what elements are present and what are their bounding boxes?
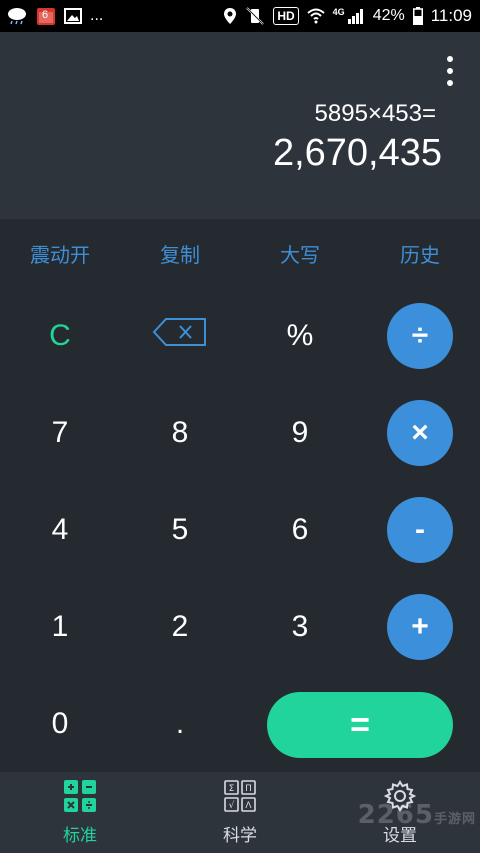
digit-8-button[interactable]: 8	[120, 384, 240, 481]
digit-4-button[interactable]: 4	[0, 481, 120, 578]
digit-0-button[interactable]: 0	[0, 675, 120, 772]
decimal-point-button[interactable]: .	[120, 675, 240, 772]
digit-1-button[interactable]: 1	[0, 578, 120, 675]
function-bar: 震动开 复制 大写 历史	[0, 219, 480, 287]
watermark: 2265手游网	[358, 800, 476, 830]
percent-button[interactable]: %	[240, 287, 360, 384]
battery-percent: 42%	[372, 7, 405, 24]
clear-button[interactable]: C	[0, 287, 120, 384]
more-notifications: ...	[90, 7, 104, 24]
digit-2-button[interactable]: 2	[120, 578, 240, 675]
weather-icon	[6, 7, 28, 25]
keypad: C % ÷ 7 8 9 × 4 5 6 - 1 2 3 + 0 . =	[0, 287, 480, 772]
svg-text:√: √	[229, 800, 235, 811]
scientific-calculator-icon: Σ Π √ Λ	[224, 779, 256, 817]
status-left: 6 ...	[6, 6, 103, 26]
uppercase-button[interactable]: 大写	[240, 219, 360, 287]
divide-key: ÷	[360, 287, 480, 384]
location-icon	[223, 7, 237, 25]
watermark-sub: 手游网	[433, 812, 476, 827]
multiply-key: ×	[360, 384, 480, 481]
image-icon	[64, 7, 82, 25]
backspace-button[interactable]	[120, 287, 240, 384]
more-options-icon[interactable]	[438, 56, 462, 86]
vibration-toggle-button[interactable]: 震动开	[0, 219, 120, 287]
svg-text:Σ: Σ	[229, 784, 235, 794]
equals-button[interactable]: =	[267, 692, 453, 758]
tab-scientific[interactable]: Σ Π √ Λ 科学	[160, 772, 320, 853]
mute-vibrate-icon	[245, 7, 265, 25]
digit-7-button[interactable]: 7	[0, 384, 120, 481]
tab-scientific-label: 科学	[223, 825, 257, 846]
digit-6-button[interactable]: 6	[240, 481, 360, 578]
calculator-display: 5895×453= 2,670,435	[0, 32, 480, 219]
history-button[interactable]: 历史	[360, 219, 480, 287]
result-text: 2,670,435	[272, 132, 442, 174]
plus-button[interactable]: +	[387, 593, 453, 660]
digit-5-button[interactable]: 5	[120, 481, 240, 578]
watermark-main: 2265	[357, 800, 434, 830]
svg-text:Π: Π	[245, 784, 252, 794]
minus-key: -	[360, 481, 480, 578]
multiply-button[interactable]: ×	[387, 399, 453, 466]
tab-standard-label: 标准	[63, 825, 97, 846]
hd-badge: HD	[273, 7, 299, 25]
battery-icon	[412, 7, 423, 25]
signal-icon	[347, 8, 365, 24]
network-type: 4G	[332, 7, 345, 17]
wifi-icon	[307, 8, 325, 24]
calendar-day: 6	[42, 9, 49, 21]
tab-standard[interactable]: 标准	[0, 772, 160, 853]
minus-button[interactable]: -	[387, 496, 453, 563]
clock: 11:09	[430, 6, 472, 25]
status-bar: 6 ... HD 4G 42% 11:09	[0, 0, 480, 32]
divide-button[interactable]: ÷	[387, 302, 453, 369]
status-right: HD 4G 42% 11:09	[223, 6, 472, 26]
digit-9-button[interactable]: 9	[240, 384, 360, 481]
backspace-icon	[152, 317, 208, 355]
expression-text: 5895×453=	[314, 100, 436, 127]
calendar-icon: 6	[36, 6, 56, 26]
standard-calculator-icon	[64, 779, 96, 817]
copy-button[interactable]: 复制	[120, 219, 240, 287]
digit-3-button[interactable]: 3	[240, 578, 360, 675]
plus-key: +	[360, 578, 480, 675]
svg-text:Λ: Λ	[245, 801, 252, 811]
